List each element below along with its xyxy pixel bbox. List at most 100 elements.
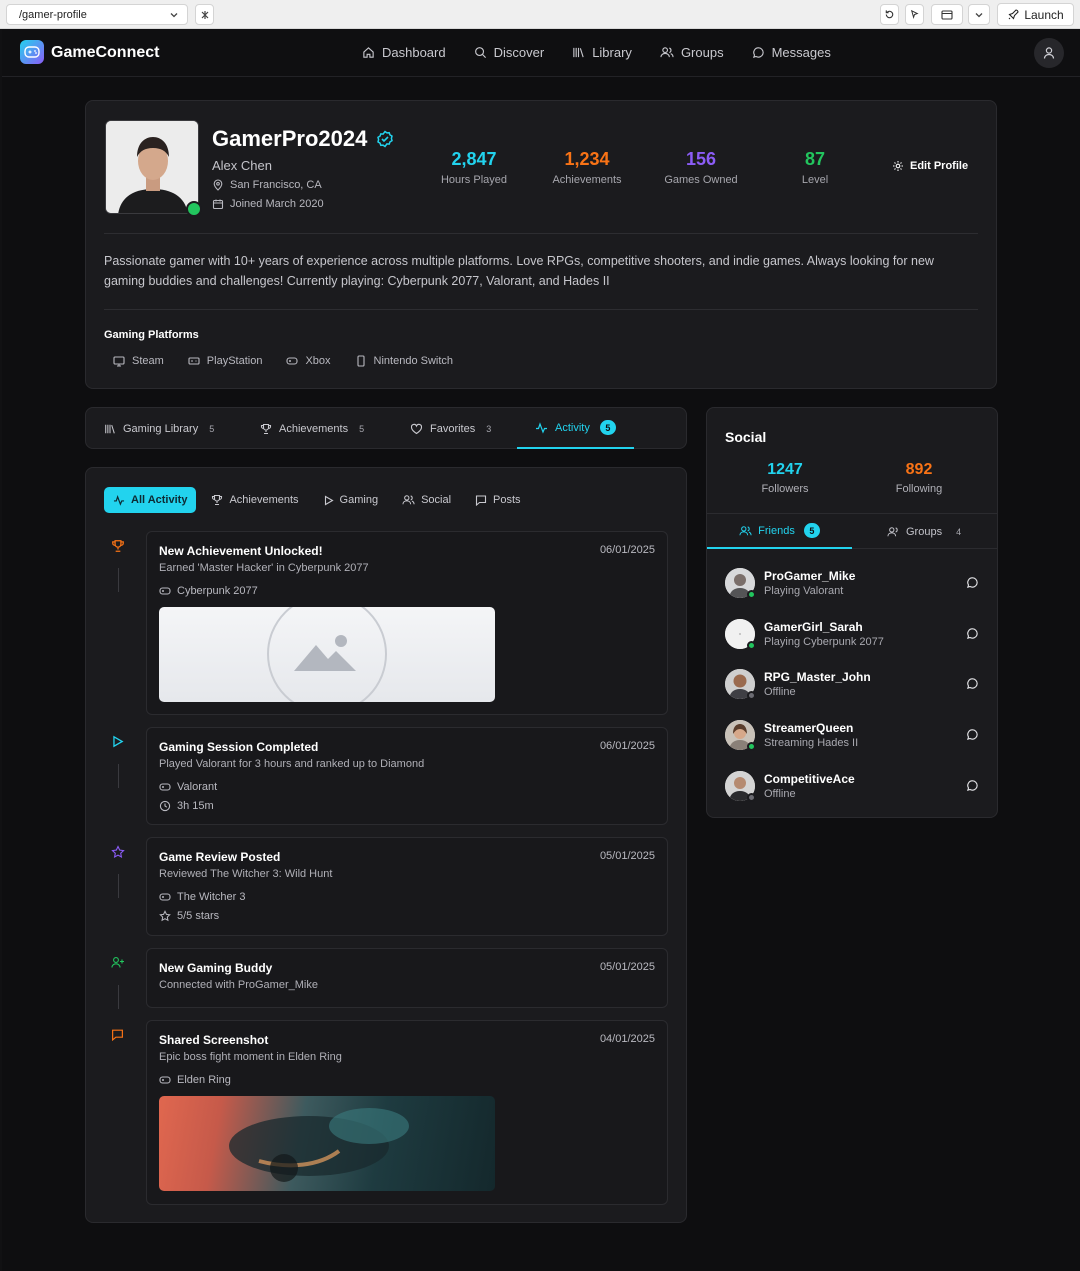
tab-favorites[interactable]: Favorites 3 [410,408,491,449]
user-icon [1042,46,1056,60]
activity-date: 06/01/2025 [599,740,655,752]
screenshot-image[interactable] [159,1096,495,1191]
activity-date: 06/01/2025 [599,544,655,556]
image-placeholder[interactable] [159,607,495,702]
launch-label: Launch [1024,7,1064,22]
activity-item[interactable]: Shared Screenshot 04/01/2025 Epic boss f… [146,1020,668,1205]
filter-label: Gaming [339,494,379,506]
nav-library[interactable]: Library [572,45,632,60]
social-panel: Social 1247 Followers 892 Following Frie… [706,407,998,818]
launch-button[interactable]: Launch [997,3,1074,26]
map-pin-icon [212,179,224,191]
star-icon [111,845,125,859]
nav-messages[interactable]: Messages [752,45,831,60]
activity-title: New Achievement Unlocked! [159,544,323,558]
users-icon [660,46,674,59]
tab-activity[interactable]: Activity 5 [517,408,634,449]
reload-button[interactable] [880,4,899,25]
nav-groups[interactable]: Groups [660,45,724,60]
message-icon[interactable] [966,779,979,792]
friend-status: Streaming Hades II [764,737,859,749]
app-root: GameConnect Dashboard Discover Library G… [2,29,1080,1271]
activity-title: New Gaming Buddy [159,961,273,975]
trophy-icon [260,423,272,435]
filter-achievements[interactable]: Achievements [202,487,307,513]
gamepad-icon [159,781,171,793]
profile-card: GamerPro2024 Alex Chen San Francisco, CA… [85,100,997,389]
nav-library-label: Library [592,45,632,60]
activity-item[interactable]: New Achievement Unlocked! 06/01/2025 Ear… [146,531,668,715]
nav-dashboard[interactable]: Dashboard [362,45,446,60]
edit-profile-button[interactable]: Edit Profile [892,160,968,172]
stat-value: 87 [804,149,826,169]
filter-label: Achievements [229,494,299,506]
friend-item[interactable]: StreamerQueen Streaming Hades II [725,718,981,754]
activity-item[interactable]: New Gaming Buddy 05/01/2025 Connected wi… [146,948,668,1008]
filter-posts[interactable]: Posts [466,487,530,513]
filter-gaming[interactable]: Gaming [314,487,388,513]
filter-social[interactable]: Social [393,487,460,513]
chevron-down-icon[interactable] [169,10,179,20]
verified-badge-icon [376,130,394,148]
friend-item[interactable]: GamerGirl_Sarah Playing Cyberpunk 2077 [725,617,981,653]
profile-tabs: Gaming Library 5 Achievements 5 Favorite… [85,407,687,449]
settings-button[interactable] [195,4,214,25]
friend-item[interactable]: CompetitiveAce Offline [725,769,981,805]
tab-groups[interactable]: Groups 4 [887,514,961,549]
stat-value: 1,234 [564,149,610,169]
library-icon [572,46,585,59]
activity-title: Game Review Posted [159,850,281,864]
viewport-button[interactable] [931,4,963,25]
activity-description: Played Valorant for 3 hours and ranked u… [159,758,425,770]
friend-item[interactable]: ProGamer_Mike Playing Valorant [725,566,981,602]
message-icon[interactable] [966,728,979,741]
platform-playstation: PlayStation [188,355,262,367]
activity-item[interactable]: Game Review Posted 05/01/2025 Reviewed T… [146,837,668,936]
following-stat[interactable]: 892 Following [859,461,979,495]
calendar-icon [212,198,224,210]
followers-stat[interactable]: 1247 Followers [725,461,845,495]
tab-gaming-library[interactable]: Gaming Library 5 [104,408,214,449]
followers-label: Followers [761,483,809,495]
platform-label: Steam [132,355,164,367]
platform-nintendo-switch: Nintendo Switch [355,355,453,367]
nav-discover[interactable]: Discover [474,45,544,60]
tablet-icon [355,355,367,367]
online-status-dot [747,742,756,751]
play-icon [111,735,124,748]
users-icon [402,494,415,506]
profile-username: GamerPro2024 [212,126,394,152]
rocket-icon [1007,8,1019,21]
browser-toolbar: /gamer-profile Launch [0,0,1080,29]
clock-icon [159,800,171,812]
message-icon[interactable] [966,677,979,690]
filter-all-activity[interactable]: All Activity [104,487,197,513]
tab-label: Groups [906,525,943,538]
activity-date: 05/01/2025 [599,850,655,862]
inspect-button[interactable] [905,4,924,25]
nav-groups-label: Groups [680,45,724,60]
tab-label: Friends [758,524,795,537]
viewport-dropdown[interactable] [968,4,990,25]
user-menu-button[interactable] [1034,38,1064,68]
brand-name[interactable]: GameConnect [51,44,159,62]
activity-game: Elden Ring [159,1074,231,1086]
friend-name: RPG_Master_John [764,670,871,684]
message-icon[interactable] [966,576,979,589]
message-icon[interactable] [966,627,979,640]
tab-count-badge: 5 [599,420,616,435]
online-status-dot [747,590,756,599]
activity-duration-label: 3h 15m [177,800,214,812]
friend-item[interactable]: RPG_Master_John Offline [725,667,981,703]
friend-status: Playing Cyberpunk 2077 [764,636,884,648]
tab-friends[interactable]: Friends 5 [707,514,852,549]
filter-label: All Activity [131,494,188,506]
tab-achievements[interactable]: Achievements 5 [260,408,364,449]
gamepad-logo-icon[interactable] [20,40,44,64]
url-bar[interactable]: /gamer-profile [6,4,188,25]
username-text: GamerPro2024 [212,126,368,151]
reload-icon [884,9,895,20]
activity-item[interactable]: Gaming Session Completed 06/01/2025 Play… [146,727,668,825]
following-count: 892 [905,461,933,478]
activity-date: 04/01/2025 [599,1033,655,1045]
